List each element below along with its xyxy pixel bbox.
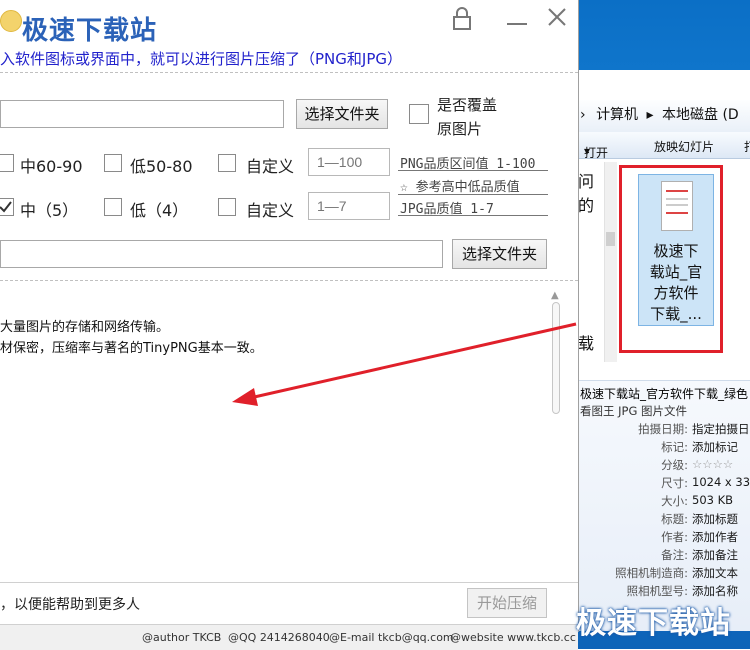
detail-row: 照相机制造商: 添加文本 <box>615 566 738 580</box>
jpg-low-checkbox[interactable] <box>104 198 122 216</box>
output-folder-input[interactable] <box>0 240 443 268</box>
highlight-box <box>619 165 723 353</box>
detail-row: 尺寸: 1024 x 33 <box>661 475 750 490</box>
detail-row: 作者: 添加作者 <box>661 530 738 544</box>
detail-row: 标题: 添加标题 <box>661 512 738 526</box>
toolbar-slideshow[interactable]: 放映幻灯片 <box>654 138 714 155</box>
select-source-folder-button[interactable]: 选择文件夹 <box>296 99 388 129</box>
detail-row: 大小: 503 KB <box>661 493 734 508</box>
app-logo-icon <box>0 10 22 32</box>
scrollbar-thumb[interactable] <box>606 232 615 246</box>
jpg-medium-label: 中（5） <box>20 201 79 220</box>
start-compress-button[interactable]: 开始压缩 <box>467 588 547 618</box>
credit-email: @E-mail tkcb@qq.com <box>329 631 454 644</box>
detail-row: 拍摄日期: 指定拍摄日 <box>638 422 750 436</box>
image-compressor-window: 极速下载站 入软件图标或界面中，就可以进行图片压缩了（PNG和JPG） 选择文件… <box>0 0 579 650</box>
overwrite-label-1: 是否覆盖 <box>437 96 498 114</box>
overwrite-label-2: 原图片 <box>437 120 483 138</box>
overwrite-checkbox[interactable] <box>409 104 429 124</box>
detail-row: 备注: 添加备注 <box>661 548 738 562</box>
png-custom-label: 自定义 <box>246 157 295 176</box>
detail-row: 标记: 添加标记 <box>661 440 738 454</box>
png-custom-input[interactable] <box>308 148 390 176</box>
toolbar-more[interactable]: 打 <box>744 138 750 155</box>
explorer-address-bar[interactable]: › 计算机 ▸ 本地磁盘 (D <box>578 100 750 133</box>
dropdown-arrow-icon: ▾ <box>584 144 591 158</box>
divider <box>0 72 578 73</box>
address-path[interactable]: › 计算机 ▸ 本地磁盘 (D <box>578 104 739 124</box>
minimize-icon[interactable] <box>505 4 529 34</box>
credits-bar: @author TKCB @QQ 2414268040 @E-mail tkcb… <box>0 624 578 650</box>
brand-title: 极速下载站 <box>22 16 158 46</box>
jpg-low-label: 低（4） <box>130 201 189 220</box>
left-pane-text-2: 载 <box>578 334 595 353</box>
address-separator-icon: ▸ <box>646 107 654 123</box>
source-folder-input[interactable] <box>0 100 284 128</box>
explorer-scrollbar[interactable] <box>604 162 617 362</box>
hint-underline <box>398 194 548 195</box>
divider <box>0 582 578 583</box>
title-bar: 极速下载站 <box>0 0 578 46</box>
details-title: 极速下载站_官方软件下载_绿色 <box>580 387 749 401</box>
hint-underline <box>398 170 548 171</box>
png-low-checkbox[interactable] <box>104 154 122 172</box>
select-output-folder-button[interactable]: 选择文件夹 <box>452 239 547 269</box>
instruction-text: 入软件图标或界面中，就可以进行图片压缩了（PNG和JPG） <box>0 50 402 68</box>
info-line-1: 大量图片的存储和网络传输。 <box>0 320 170 335</box>
address-disk[interactable]: 本地磁盘 (D <box>662 107 739 123</box>
status-text: ，以便能帮助到更多人 <box>0 597 140 613</box>
details-type: 看图王 JPG 图片文件 <box>580 404 688 418</box>
drag-arrow-icon <box>232 322 577 406</box>
close-icon[interactable] <box>546 6 568 34</box>
scroll-up-icon[interactable]: ▲ <box>551 290 559 301</box>
credit-author: @author TKCB <box>142 631 222 644</box>
detail-row: 分级: ☆☆☆☆ <box>661 457 734 472</box>
watermark-text: 极速下载站 <box>576 606 731 641</box>
hint-underline <box>398 215 548 216</box>
png-medium-label: 中60-90 <box>20 157 83 176</box>
address-arrow-icon: › <box>580 107 586 123</box>
jpg-custom-input[interactable] <box>308 192 390 220</box>
jpg-medium-checkbox[interactable] <box>0 198 14 216</box>
check-icon <box>0 201 12 213</box>
credit-website: @website www.tkcb.cc <box>450 631 576 644</box>
address-computer[interactable]: 计算机 <box>596 107 638 123</box>
jpg-custom-checkbox[interactable] <box>218 198 236 216</box>
png-reference-hint: ☆ 参考高中低品质值 <box>400 180 520 195</box>
jpg-custom-label: 自定义 <box>246 201 295 220</box>
lock-icon[interactable] <box>452 7 472 37</box>
png-custom-checkbox[interactable] <box>218 154 236 172</box>
divider <box>0 280 578 281</box>
credit-qq: @QQ 2414268040 <box>228 631 330 644</box>
png-low-label: 低50-80 <box>130 157 193 176</box>
details-pane: 极速下载站_官方软件下载_绿色 看图王 JPG 图片文件 拍摄日期: 指定拍摄日 … <box>578 380 750 631</box>
png-option-checkbox[interactable] <box>0 154 14 172</box>
info-line-2: 材保密，压缩率与著名的TinyPNG基本一致。 <box>0 341 263 356</box>
explorer-toolbar: 打开 ▾ 放映幻灯片 打 <box>578 132 750 160</box>
